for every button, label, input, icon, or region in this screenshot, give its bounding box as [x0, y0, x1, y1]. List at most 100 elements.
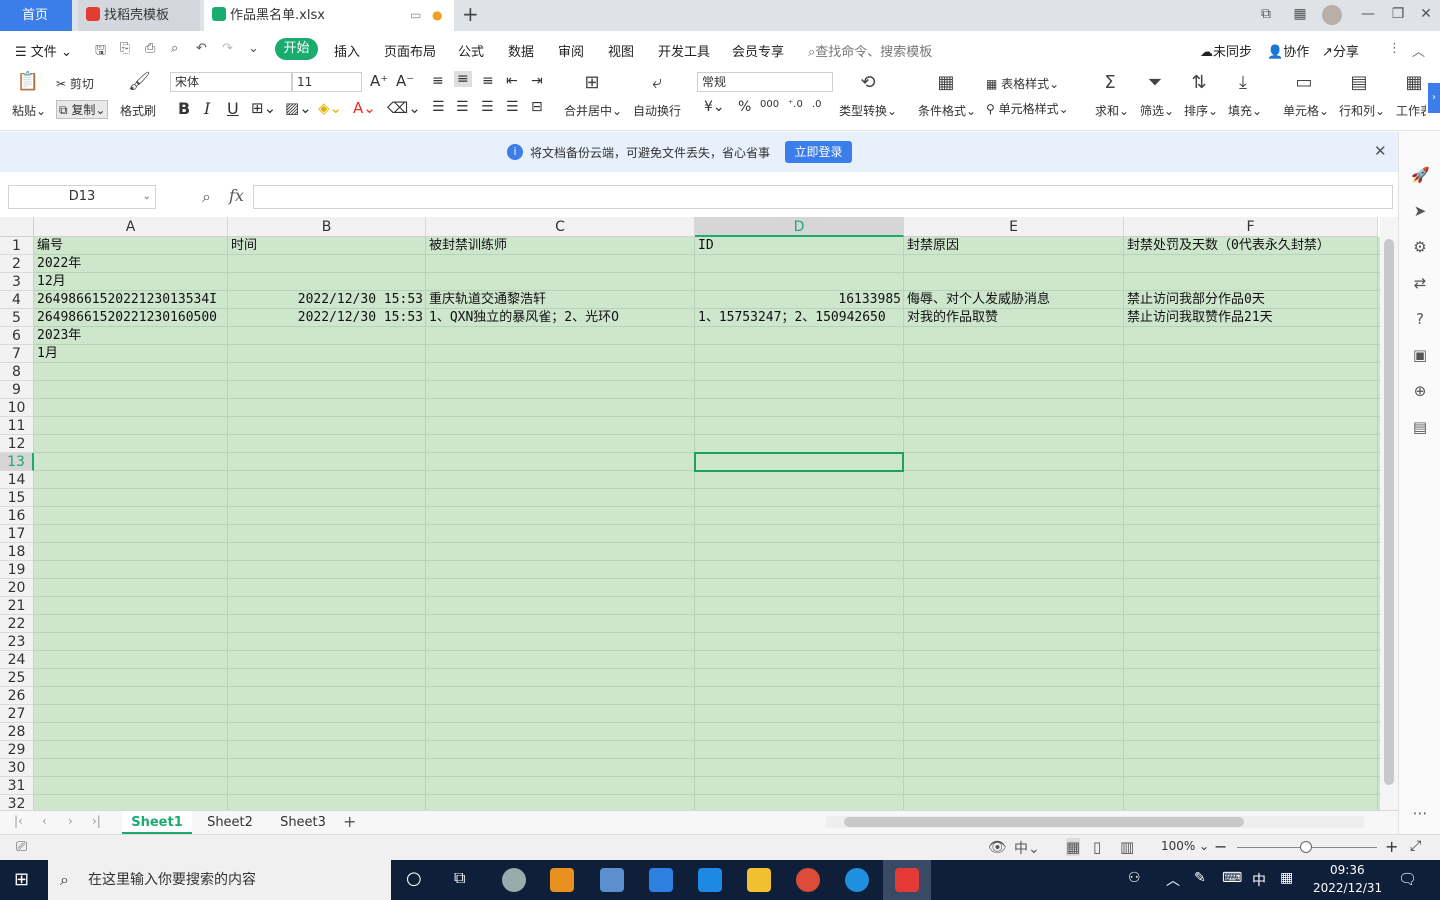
row-header-11[interactable]: 11	[0, 417, 34, 435]
row-header-1[interactable]: 1	[0, 237, 34, 255]
wrap-text-icon[interactable]: ⤶	[645, 72, 669, 93]
wrap-text-button[interactable]: 自动换行	[633, 102, 681, 119]
cell-e1[interactable]: 封禁原因	[904, 237, 1124, 255]
export-icon[interactable]: ⎘	[120, 41, 130, 56]
tray-expand-icon[interactable]: ︿	[1166, 870, 1180, 890]
row-header-10[interactable]: 10	[0, 399, 34, 417]
font-grow-icon[interactable]: A⁺	[370, 72, 388, 90]
page-layout-view-icon[interactable]: ▯	[1093, 838, 1101, 856]
column-header-c[interactable]: C	[426, 217, 695, 237]
row-header-8[interactable]: 8	[0, 363, 34, 381]
task-view-icon[interactable]: ⧉	[454, 868, 465, 888]
name-box[interactable]: D13 ⌄	[8, 185, 156, 209]
cell-c1[interactable]: 被封禁训练师	[426, 237, 695, 255]
number-format-select[interactable]: 常规	[697, 72, 833, 92]
fill-button[interactable]: 填充⌄	[1228, 102, 1262, 119]
more-menu-icon[interactable]: ⋮	[1388, 41, 1401, 56]
filter-button[interactable]: 筛选⌄	[1140, 102, 1174, 119]
format-painter-button[interactable]: 格式刷	[120, 102, 156, 119]
clear-format-icon[interactable]: ⌫⌄	[387, 99, 421, 117]
sort-button[interactable]: 排序⌄	[1184, 102, 1218, 119]
row-header-15[interactable]: 15	[0, 489, 34, 507]
bold-button[interactable]: B	[178, 99, 190, 118]
tab-developer[interactable]: 开发工具	[658, 41, 710, 60]
row-header-27[interactable]: 27	[0, 705, 34, 723]
type-convert-icon[interactable]: ⟲	[856, 72, 880, 93]
close-icon[interactable]: ✕	[1416, 6, 1436, 24]
row-header-29[interactable]: 29	[0, 741, 34, 759]
file-explorer-icon[interactable]	[747, 868, 771, 892]
apps-grid-icon[interactable]: ▦	[1290, 6, 1310, 24]
cell-c4[interactable]: 重庆轨道交通黎浩轩	[426, 291, 695, 309]
preview-icon[interactable]: ⌕	[171, 41, 178, 56]
cell-a6[interactable]: 2023年	[34, 327, 228, 345]
cond-format-button[interactable]: 条件格式⌄	[918, 102, 976, 119]
row-col-icon[interactable]: ▤	[1347, 72, 1371, 93]
column-header-b[interactable]: B	[228, 217, 426, 237]
cell-fill-pattern-icon[interactable]: ▨⌄	[285, 99, 312, 117]
cell-a7[interactable]: 1月	[34, 345, 228, 363]
zoom-slider-thumb[interactable]	[1300, 841, 1312, 853]
column-header-f[interactable]: F	[1124, 217, 1378, 237]
cell-f4[interactable]: 禁止访问我部分作品0天	[1124, 291, 1378, 309]
tab-home[interactable]: 首页	[0, 0, 72, 31]
align-middle-icon[interactable]: ≡	[454, 71, 472, 87]
app-media-icon[interactable]	[550, 868, 574, 892]
sheet-tab-3[interactable]: Sheet3	[268, 811, 338, 834]
normal-view-icon[interactable]: ▦	[1066, 838, 1081, 856]
cell-a5[interactable]: 26498661520221230160500	[34, 309, 228, 327]
ime-mode-icon[interactable]: ▦	[1280, 870, 1293, 886]
underline-button[interactable]: U	[227, 99, 239, 118]
align-left-icon[interactable]: ☰	[432, 99, 445, 115]
table-style-button[interactable]: ▦ 表格样式⌄	[986, 75, 1059, 92]
cell-a3[interactable]: 12月	[34, 273, 228, 291]
redo-icon[interactable]: ↷	[222, 41, 233, 56]
paste-icon[interactable]: 📋	[16, 71, 40, 92]
collapse-ribbon-icon[interactable]: ︿	[1412, 41, 1425, 60]
cell-d5[interactable]: 1、15753247；2、150942650	[695, 309, 904, 327]
app-store-icon[interactable]	[649, 868, 673, 892]
first-sheet-icon[interactable]: |‹	[14, 814, 23, 828]
format-painter-icon[interactable]: 🖌	[128, 71, 151, 92]
decimal-increase-icon[interactable]: ⁺.0	[788, 99, 803, 110]
row-header-30[interactable]: 30	[0, 759, 34, 777]
fullscreen-icon[interactable]: ⤢	[1410, 838, 1421, 854]
zoom-in-button[interactable]: +	[1385, 837, 1398, 856]
tab-data[interactable]: 数据	[508, 41, 534, 60]
row-header-4[interactable]: 4	[0, 291, 34, 309]
align-center-icon[interactable]: ☰	[456, 99, 469, 115]
decimal-decrease-icon[interactable]: .0	[812, 99, 822, 110]
app-monitor-icon[interactable]	[600, 868, 624, 892]
close-notice-icon[interactable]: ✕	[1374, 142, 1387, 160]
file-menu[interactable]: ☰ 文件 ⌄	[15, 41, 72, 60]
ime-center-icon[interactable]: 中⌄	[1014, 838, 1040, 858]
row-header-14[interactable]: 14	[0, 471, 34, 489]
row-header-13[interactable]: 13	[0, 453, 34, 471]
row-header-19[interactable]: 19	[0, 561, 34, 579]
row-header-25[interactable]: 25	[0, 669, 34, 687]
paste-button[interactable]: 粘贴⌄	[12, 102, 46, 119]
help-icon[interactable]: ?	[1411, 310, 1429, 328]
currency-button[interactable]: ¥⌄	[704, 99, 725, 115]
column-header-e[interactable]: E	[904, 217, 1124, 237]
location-icon[interactable]: ⊕	[1411, 382, 1429, 400]
formula-input[interactable]	[253, 185, 1393, 209]
row-header-9[interactable]: 9	[0, 381, 34, 399]
row-header-6[interactable]: 6	[0, 327, 34, 345]
row-header-2[interactable]: 2	[0, 255, 34, 273]
vertical-scrollbar[interactable]	[1380, 217, 1398, 810]
row-header-18[interactable]: 18	[0, 543, 34, 561]
row-header-24[interactable]: 24	[0, 651, 34, 669]
distribute-icon[interactable]: ⊟	[531, 99, 543, 115]
command-search[interactable]: ⌕查找命令、搜索模板	[808, 41, 932, 60]
align-top-icon[interactable]: ≡	[432, 73, 444, 89]
page-break-view-icon[interactable]: ▥	[1120, 838, 1134, 856]
tab-review[interactable]: 审阅	[558, 41, 584, 60]
sync-button[interactable]: ☁未同步	[1200, 41, 1252, 60]
next-sheet-icon[interactable]: ›	[68, 814, 73, 828]
prev-sheet-icon[interactable]: ‹	[42, 814, 47, 828]
sum-button[interactable]: 求和⌄	[1095, 102, 1129, 119]
horizontal-scroll-thumb[interactable]	[844, 817, 1244, 827]
row-header-32[interactable]: 32	[0, 795, 34, 810]
row-header-28[interactable]: 28	[0, 723, 34, 741]
